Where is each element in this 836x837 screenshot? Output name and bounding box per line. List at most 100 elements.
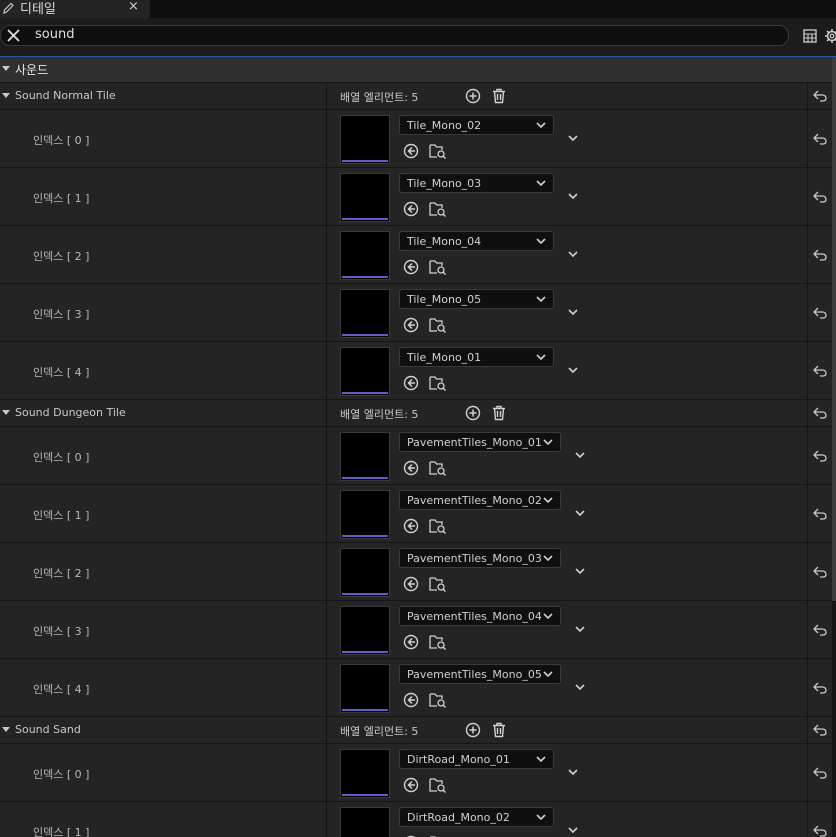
- chevron-down-icon[interactable]: [574, 682, 586, 692]
- asset-thumbnail[interactable]: [340, 664, 390, 713]
- delete-all-icon[interactable]: [491, 722, 507, 738]
- delete-all-icon[interactable]: [491, 405, 507, 421]
- array-group-row[interactable]: Sound Dungeon Tile 배열 엘리먼트: 5: [0, 400, 832, 427]
- reset-to-default-icon[interactable]: [813, 191, 827, 203]
- search-value: sound: [35, 27, 75, 42]
- asset-thumbnail[interactable]: [340, 173, 390, 222]
- category-sound-header[interactable]: 사운드: [0, 57, 836, 82]
- chevron-down-icon[interactable]: [574, 450, 586, 460]
- reset-to-default-icon[interactable]: [813, 90, 827, 102]
- asset-thumbnail[interactable]: [340, 490, 390, 539]
- asset-thumbnail[interactable]: [340, 231, 390, 280]
- collapse-arrow-icon[interactable]: [2, 66, 10, 71]
- browse-asset-icon[interactable]: [429, 692, 447, 708]
- search-input[interactable]: sound: [0, 25, 789, 46]
- chevron-down-icon[interactable]: [574, 566, 586, 576]
- reset-to-default-icon[interactable]: [813, 825, 827, 837]
- chevron-down-icon[interactable]: [567, 825, 579, 835]
- settings-gear-icon[interactable]: [824, 28, 836, 44]
- reset-to-default-icon[interactable]: [813, 566, 827, 578]
- expand-arrow-icon[interactable]: [2, 410, 10, 415]
- reset-to-default-icon[interactable]: [813, 724, 827, 736]
- chevron-down-icon[interactable]: [567, 365, 579, 375]
- chevron-down-icon[interactable]: [567, 249, 579, 259]
- reset-to-default-icon[interactable]: [813, 249, 827, 261]
- chevron-down-icon[interactable]: [567, 767, 579, 777]
- clear-search-icon[interactable]: [6, 28, 21, 43]
- use-selected-asset-icon[interactable]: [403, 317, 419, 333]
- use-selected-asset-icon[interactable]: [403, 460, 419, 476]
- use-selected-asset-icon[interactable]: [403, 518, 419, 534]
- asset-picker-combo[interactable]: PavementTiles_Mono_05: [399, 664, 561, 684]
- add-element-icon[interactable]: [465, 405, 481, 421]
- asset-picker-combo[interactable]: PavementTiles_Mono_03: [399, 548, 561, 568]
- browse-asset-icon[interactable]: [429, 201, 447, 217]
- reset-to-default-icon[interactable]: [813, 624, 827, 636]
- asset-picker-combo[interactable]: Tile_Mono_05: [399, 289, 554, 309]
- asset-picker-combo[interactable]: Tile_Mono_01: [399, 347, 554, 367]
- browse-asset-icon[interactable]: [429, 518, 447, 534]
- reset-to-default-icon[interactable]: [813, 133, 827, 145]
- use-selected-asset-icon[interactable]: [403, 634, 419, 650]
- expand-arrow-icon[interactable]: [2, 93, 10, 98]
- chevron-down-icon[interactable]: [574, 508, 586, 518]
- use-selected-asset-icon[interactable]: [403, 692, 419, 708]
- reset-to-default-icon[interactable]: [813, 767, 827, 779]
- chevron-down-icon[interactable]: [574, 624, 586, 634]
- asset-picker-combo[interactable]: DirtRoad_Mono_02: [399, 807, 554, 827]
- asset-picker-combo[interactable]: PavementTiles_Mono_02: [399, 490, 561, 510]
- element-index-label: 인덱스 [ 2 ]: [33, 250, 90, 263]
- reset-to-default-icon[interactable]: [813, 450, 827, 462]
- asset-thumbnail[interactable]: [340, 347, 390, 396]
- asset-name: DirtRoad_Mono_02: [407, 811, 510, 824]
- reset-to-default-icon[interactable]: [813, 307, 827, 319]
- browse-asset-icon[interactable]: [429, 317, 447, 333]
- asset-picker-combo[interactable]: DirtRoad_Mono_01: [399, 749, 554, 769]
- browse-asset-icon[interactable]: [429, 777, 447, 793]
- browse-asset-icon[interactable]: [429, 460, 447, 476]
- use-selected-asset-icon[interactable]: [403, 375, 419, 391]
- asset-thumbnail[interactable]: [340, 432, 390, 481]
- table-view-icon[interactable]: [803, 29, 817, 43]
- reset-to-default-icon[interactable]: [813, 407, 827, 419]
- asset-thumbnail[interactable]: [340, 606, 390, 655]
- asset-picker-combo[interactable]: Tile_Mono_02: [399, 115, 554, 135]
- expand-arrow-icon[interactable]: [2, 727, 10, 732]
- array-group-row[interactable]: Sound Sand 배열 엘리먼트: 5: [0, 717, 832, 744]
- chevron-down-icon[interactable]: [567, 133, 579, 143]
- browse-asset-icon[interactable]: [429, 375, 447, 391]
- browse-asset-icon[interactable]: [429, 634, 447, 650]
- use-selected-asset-icon[interactable]: [403, 143, 419, 159]
- add-element-icon[interactable]: [465, 88, 481, 104]
- browse-asset-icon[interactable]: [429, 143, 447, 159]
- reset-to-default-icon[interactable]: [813, 682, 827, 694]
- asset-picker-combo[interactable]: PavementTiles_Mono_04: [399, 606, 561, 626]
- chevron-down-icon[interactable]: [567, 307, 579, 317]
- reset-to-default-icon[interactable]: [813, 508, 827, 520]
- asset-thumbnail[interactable]: [340, 289, 390, 338]
- asset-thumbnail[interactable]: [340, 548, 390, 597]
- add-element-icon[interactable]: [465, 722, 481, 738]
- browse-asset-icon[interactable]: [429, 259, 447, 275]
- reset-to-default-icon[interactable]: [813, 365, 827, 377]
- asset-thumbnail[interactable]: [340, 749, 390, 798]
- asset-thumbnail[interactable]: [340, 115, 390, 164]
- use-selected-asset-icon[interactable]: [403, 576, 419, 592]
- use-selected-asset-icon[interactable]: [403, 201, 419, 217]
- asset-thumbnail[interactable]: [340, 807, 390, 837]
- chevron-down-icon: [543, 671, 553, 678]
- use-selected-asset-icon[interactable]: [403, 259, 419, 275]
- browse-asset-icon[interactable]: [429, 576, 447, 592]
- tab-details[interactable]: 디테일 ×: [0, 0, 150, 18]
- asset-picker-combo[interactable]: PavementTiles_Mono_01: [399, 432, 561, 452]
- asset-picker-combo[interactable]: Tile_Mono_04: [399, 231, 554, 251]
- close-icon[interactable]: ×: [128, 0, 139, 14]
- element-index-label: 인덱스 [ 0 ]: [33, 134, 90, 147]
- delete-all-icon[interactable]: [491, 88, 507, 104]
- asset-picker-combo[interactable]: Tile_Mono_03: [399, 173, 554, 193]
- chevron-down-icon: [543, 555, 553, 562]
- scrollbar[interactable]: [832, 57, 836, 601]
- use-selected-asset-icon[interactable]: [403, 777, 419, 793]
- chevron-down-icon[interactable]: [567, 191, 579, 201]
- array-group-row[interactable]: Sound Normal Tile 배열 엘리먼트: 5: [0, 83, 832, 110]
